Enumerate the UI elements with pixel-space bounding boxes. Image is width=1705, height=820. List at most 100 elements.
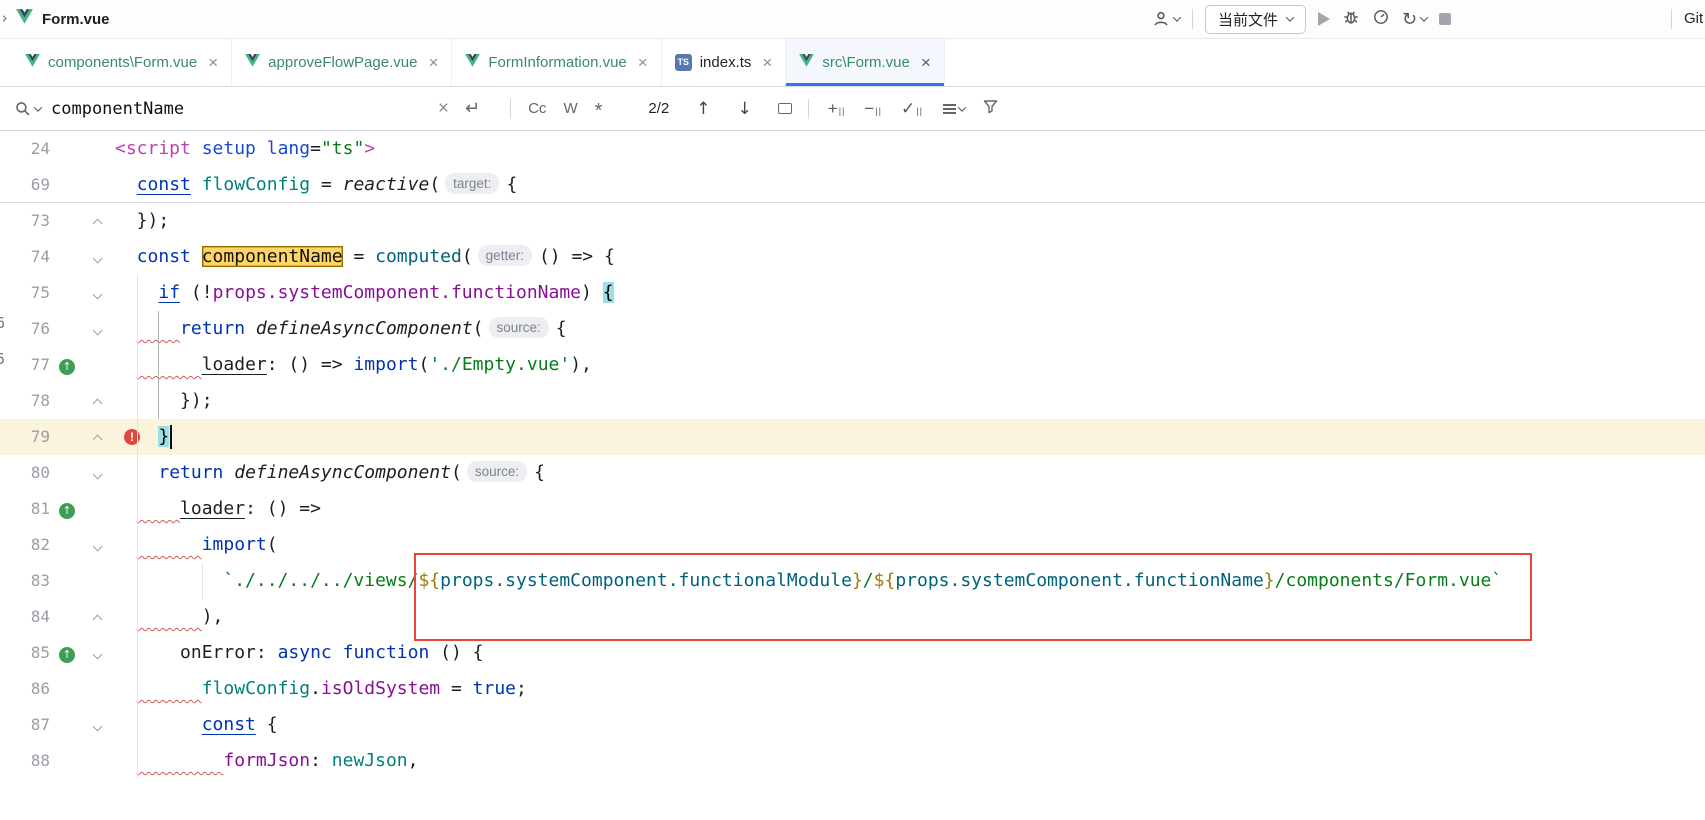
git-menu[interactable]: Git <box>1684 10 1703 27</box>
close-tab-icon[interactable]: × <box>921 53 931 73</box>
code-token: { <box>534 462 545 483</box>
line-number[interactable]: 82 <box>0 527 50 563</box>
line-number[interactable]: 81 <box>0 491 50 527</box>
gutter-icon-slot <box>50 383 84 419</box>
tab-approveflowpage-vue[interactable]: approveFlowPage.vue × <box>232 39 452 86</box>
code-token: > <box>364 138 375 159</box>
line-number[interactable]: 73 <box>0 203 50 239</box>
line-number[interactable]: 80 <box>0 455 50 491</box>
code-token <box>245 318 256 339</box>
code-token <box>115 750 137 771</box>
line-number[interactable]: 79 <box>0 419 50 455</box>
line-number[interactable]: 87 <box>0 707 50 743</box>
code-token: lang <box>267 138 310 159</box>
selection-marks-icon: || <box>839 106 846 116</box>
code-line-81[interactable]: 81↑ loader: () => <box>0 491 1705 527</box>
line-number[interactable]: 75 <box>0 275 50 311</box>
line-number[interactable]: 84 <box>0 599 50 635</box>
next-match-button[interactable]: ↓ <box>738 99 752 119</box>
profiler-button[interactable] <box>1372 8 1390 31</box>
line-number[interactable]: 88 <box>0 743 50 779</box>
code-editor[interactable]: 24<script setup lang="ts">69 const flowC… <box>0 131 1705 779</box>
run-button[interactable] <box>1318 12 1330 26</box>
clear-search-icon[interactable]: × <box>438 98 449 120</box>
close-tab-icon[interactable]: × <box>208 53 218 73</box>
tab-index-ts[interactable]: TS index.ts × <box>662 39 787 86</box>
rerun-button[interactable]: ↻ <box>1402 9 1427 30</box>
code-line-80[interactable]: 80 return defineAsyncComponent(source:{ <box>0 455 1705 491</box>
code-line-79[interactable]: 79 }! <box>0 419 1705 455</box>
implemented-arrow-icon[interactable]: ↑ <box>59 647 75 663</box>
tab-forminformation-vue[interactable]: FormInformation.vue × <box>452 39 661 86</box>
implemented-arrow-icon[interactable]: ↑ <box>59 503 75 519</box>
debug-button[interactable] <box>1342 8 1360 31</box>
fold-marker[interactable] <box>84 275 110 311</box>
line-number[interactable]: 69 <box>0 167 50 202</box>
text-caret <box>170 425 172 449</box>
line-number[interactable]: 78 <box>0 383 50 419</box>
code-line-24[interactable]: 24<script setup lang="ts"> <box>0 131 1705 167</box>
implemented-arrow-icon[interactable]: ↑ <box>59 359 75 375</box>
collaboration-button[interactable] <box>1152 10 1180 28</box>
whole-words-toggle[interactable]: W <box>563 100 577 117</box>
code-line-86[interactable]: 86 flowConfig.isOldSystem = true; <box>0 671 1705 707</box>
code-line-75[interactable]: 75 if (!props.systemComponent.functionNa… <box>0 275 1705 311</box>
close-tab-icon[interactable]: × <box>762 53 772 73</box>
run-config-selector[interactable]: 当前文件 <box>1205 5 1306 34</box>
code-line-73[interactable]: 73 }); <box>0 203 1705 239</box>
check-icon: ✓ <box>901 101 915 116</box>
line-number[interactable]: 24 <box>0 131 50 167</box>
code-line-87[interactable]: 87 const { <box>0 707 1705 743</box>
gutter-icon-slot: ↑ <box>50 491 84 527</box>
regex-toggle[interactable]: * <box>595 100 603 123</box>
match-case-toggle[interactable]: Cc <box>528 100 546 117</box>
code-line-69[interactable]: 69 const flowConfig = reactive(target:{ <box>0 167 1705 203</box>
selection-marks-icon: || <box>875 106 882 116</box>
previous-match-button[interactable]: ↑ <box>696 99 710 119</box>
edge-artifact: › <box>0 9 9 27</box>
search-match[interactable]: componentName <box>202 246 343 267</box>
close-tab-icon[interactable]: × <box>428 53 438 73</box>
fold-marker[interactable] <box>84 419 110 455</box>
filter-results-button[interactable] <box>982 98 999 119</box>
fold-marker[interactable] <box>84 239 110 275</box>
tab-src-form-vue-active[interactable]: src\Form.vue × <box>786 39 944 86</box>
fold-marker[interactable] <box>84 599 110 635</box>
fold-marker[interactable] <box>84 635 110 671</box>
line-number[interactable]: 74 <box>0 239 50 275</box>
gutter: 87 <box>0 707 115 743</box>
line-number[interactable]: 86 <box>0 671 50 707</box>
code-token: flowConfig <box>202 174 310 195</box>
close-tab-icon[interactable]: × <box>638 53 648 73</box>
bug-icon <box>1342 8 1360 26</box>
track-occurrences-button[interactable] <box>943 106 965 112</box>
select-all-occurrences-button[interactable]: ✓|| <box>901 101 923 116</box>
code-line-76[interactable]: 76 return defineAsyncComponent(source:{ <box>0 311 1705 347</box>
line-number[interactable]: 77 <box>0 347 50 383</box>
code-line-78[interactable]: 78 }); <box>0 383 1705 419</box>
fold-marker[interactable] <box>84 203 110 239</box>
open-in-find-window-button[interactable] <box>778 103 792 114</box>
vue-icon <box>465 54 480 71</box>
line-number[interactable]: 85 <box>0 635 50 671</box>
code-token: ( <box>267 534 278 555</box>
fold-marker[interactable] <box>84 311 110 347</box>
code-token: . <box>310 678 321 699</box>
line-number[interactable]: 83 <box>0 563 50 599</box>
fold-marker[interactable] <box>84 527 110 563</box>
tab-label: src\Form.vue <box>822 54 910 71</box>
search-input[interactable]: componentName × <box>51 98 449 120</box>
fold-marker[interactable] <box>84 383 110 419</box>
fold-marker[interactable] <box>84 707 110 743</box>
tab-components-form-vue[interactable]: components\Form.vue × <box>12 39 232 86</box>
add-occurrence-button[interactable]: +|| <box>828 101 846 116</box>
code-line-88[interactable]: 88 formJson: newJson, <box>0 743 1705 779</box>
search-options-button[interactable] <box>14 100 41 117</box>
stop-button[interactable] <box>1439 13 1451 25</box>
code-line-77[interactable]: 77↑ loader: () => import('./Empty.vue'), <box>0 347 1705 383</box>
fold-marker[interactable] <box>84 455 110 491</box>
line-number[interactable]: 76 <box>0 311 50 347</box>
remove-occurrence-button[interactable]: −|| <box>864 101 882 116</box>
code-line-74[interactable]: 74 const componentName = computed(getter… <box>0 239 1705 275</box>
newline-button[interactable]: ↵ <box>465 98 480 119</box>
